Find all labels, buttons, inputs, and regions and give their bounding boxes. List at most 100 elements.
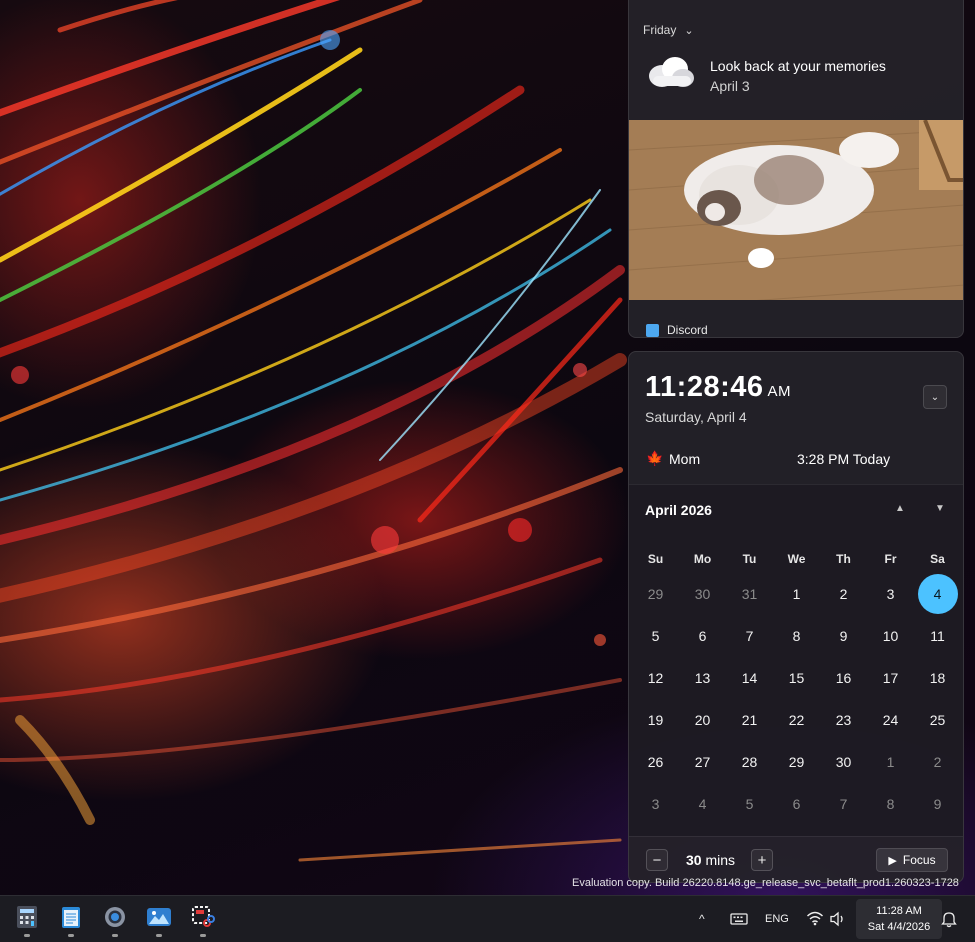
- calendar-day-number: 5: [651, 628, 660, 644]
- calendar-day-number: 29: [788, 754, 805, 770]
- calendar-day[interactable]: 7: [726, 615, 773, 657]
- memory-photo[interactable]: [629, 120, 963, 300]
- calendar-day[interactable]: 8: [773, 615, 820, 657]
- keyboard-icon[interactable]: [730, 912, 748, 931]
- calendar-day[interactable]: 11: [914, 615, 961, 657]
- settings-icon[interactable]: [101, 905, 129, 937]
- calendar-day[interactable]: 2: [820, 573, 867, 615]
- calendar-day[interactable]: 26: [632, 741, 679, 783]
- calendar-day[interactable]: 2: [914, 741, 961, 783]
- taskbar-clock[interactable]: 11:28 AM Sat 4/4/2026: [856, 899, 942, 939]
- calendar-day-number: 11: [930, 628, 945, 644]
- increase-duration-button[interactable]: +: [751, 849, 773, 871]
- notification-card[interactable]: Friday ⌄ Look back at your memories April…: [628, 0, 964, 338]
- calendar-day-number: 2: [839, 586, 848, 602]
- calendar-day-number: 23: [835, 712, 852, 728]
- calendar-day[interactable]: 9: [820, 615, 867, 657]
- collapse-calendar-button[interactable]: ⌄: [923, 385, 947, 409]
- taskbar-date: Sat 4/4/2026: [867, 921, 931, 933]
- running-indicator: [68, 934, 74, 937]
- calendar-day[interactable]: 28: [726, 741, 773, 783]
- focus-session-bar: − 30 mins + ▶ Focus: [629, 836, 963, 882]
- calendar-day-today[interactable]: 4: [914, 573, 961, 615]
- calendar-day[interactable]: 9: [914, 783, 961, 825]
- plus-icon: +: [757, 851, 767, 869]
- show-hidden-icons-button[interactable]: ^: [699, 912, 705, 926]
- calendar-day[interactable]: 12: [632, 657, 679, 699]
- event-name: Mom: [669, 451, 701, 467]
- calendar-day[interactable]: 5: [632, 615, 679, 657]
- calendar-event-row[interactable]: 🍁 Mom 3:28 PM Today: [629, 440, 963, 480]
- calendar-day[interactable]: 21: [726, 699, 773, 741]
- calendar-day[interactable]: 7: [820, 783, 867, 825]
- calendar-day[interactable]: 6: [773, 783, 820, 825]
- calendar-day[interactable]: 5: [726, 783, 773, 825]
- chevron-down-icon: ⌄: [930, 391, 940, 403]
- calendar-day[interactable]: 13: [679, 657, 726, 699]
- calendar-day-number: 24: [882, 712, 899, 728]
- calendar-day[interactable]: 18: [914, 657, 961, 699]
- notification-group-header[interactable]: Friday ⌄: [643, 23, 694, 37]
- calendar-day-number: 30: [835, 754, 852, 770]
- calendar-day-number: 17: [882, 670, 899, 686]
- calendar-day-number: 30: [694, 586, 711, 602]
- calculator-icon[interactable]: [13, 905, 41, 937]
- volume-icon[interactable]: [829, 911, 847, 932]
- calendar-day[interactable]: 14: [726, 657, 773, 699]
- day-grid: 29 30 31 1 2 3 4 5 6 7 8 9 10 11 12 13 14 15 16 17 18 19 20 21 2…: [632, 573, 962, 825]
- snipping-tool-icon[interactable]: [189, 905, 217, 937]
- calendar-day[interactable]: 4: [679, 783, 726, 825]
- calendar-day[interactable]: 3: [867, 573, 914, 615]
- input-language[interactable]: ENG: [765, 913, 789, 925]
- weekday-label: Fr: [884, 552, 897, 566]
- calendar-day-number: 4: [698, 796, 707, 812]
- weekday-label: Su: [647, 552, 664, 566]
- calendar-day-number: 9: [839, 628, 848, 644]
- calendar-day-number: 7: [745, 628, 754, 644]
- calendar-day[interactable]: 23: [820, 699, 867, 741]
- calendar-day[interactable]: 8: [867, 783, 914, 825]
- calendar-day[interactable]: 22: [773, 699, 820, 741]
- calendar-day-number: 3: [886, 586, 895, 602]
- wifi-icon[interactable]: [806, 910, 824, 931]
- calendar-day[interactable]: 3: [632, 783, 679, 825]
- calendar-day[interactable]: 31: [726, 573, 773, 615]
- next-month-button[interactable]: ▼: [930, 503, 950, 514]
- chevron-down-icon[interactable]: ⌄: [684, 25, 693, 37]
- calendar-day[interactable]: 30: [679, 573, 726, 615]
- calendar-day[interactable]: 15: [773, 657, 820, 699]
- weekday-label: We: [787, 552, 806, 566]
- calendar-day[interactable]: 17: [867, 657, 914, 699]
- month-label[interactable]: April 2026: [645, 502, 712, 518]
- calendar-day[interactable]: 20: [679, 699, 726, 741]
- calendar-day-number: 31: [741, 586, 758, 602]
- event-time: 3:28 PM Today: [797, 451, 891, 467]
- weekday-label: Mo: [693, 552, 712, 566]
- calendar-day-number: 8: [792, 628, 801, 644]
- weekday-label: Tu: [742, 552, 757, 566]
- focus-button[interactable]: ▶ Focus: [876, 848, 948, 872]
- calendar-day[interactable]: 6: [679, 615, 726, 657]
- calendar-day[interactable]: 30: [820, 741, 867, 783]
- decrease-duration-button[interactable]: −: [646, 849, 668, 871]
- calendar-day[interactable]: 29: [632, 573, 679, 615]
- previous-month-button[interactable]: ▲: [890, 503, 910, 514]
- weekday-label: Sa: [930, 552, 945, 566]
- calendar-day[interactable]: 16: [820, 657, 867, 699]
- calendar-day[interactable]: 24: [867, 699, 914, 741]
- notepad-icon[interactable]: [57, 905, 85, 937]
- calendar-day[interactable]: 10: [867, 615, 914, 657]
- calendar-day[interactable]: 29: [773, 741, 820, 783]
- play-icon: ▶: [888, 854, 897, 867]
- calendar-day[interactable]: 1: [773, 573, 820, 615]
- calendar-day[interactable]: 25: [914, 699, 961, 741]
- calendar-day-number: 7: [839, 796, 848, 812]
- calendar-day[interactable]: 19: [632, 699, 679, 741]
- calendar-day[interactable]: 1: [867, 741, 914, 783]
- notification-bell-icon[interactable]: [941, 910, 957, 933]
- photos-icon[interactable]: [145, 905, 173, 937]
- calendar-day[interactable]: 27: [679, 741, 726, 783]
- minus-icon: −: [652, 851, 662, 869]
- calendar-day-number: 22: [788, 712, 805, 728]
- calendar-day-number: 19: [647, 712, 664, 728]
